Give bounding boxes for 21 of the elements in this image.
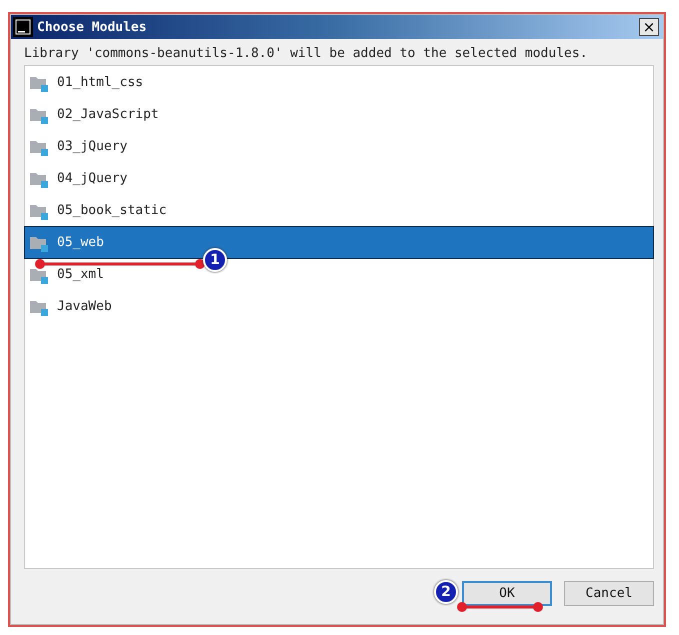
module-name: JavaWeb xyxy=(57,299,112,314)
module-name: 05_web xyxy=(57,235,104,250)
module-item[interactable]: 02_JavaScript xyxy=(25,99,653,130)
app-logo-icon xyxy=(13,17,33,37)
module-item[interactable]: JavaWeb xyxy=(25,291,653,322)
module-name: 02_JavaScript xyxy=(57,107,159,122)
cancel-button[interactable]: Cancel xyxy=(564,581,654,606)
module-name: 01_html_css xyxy=(57,75,144,90)
info-message: Library 'commons-beanutils-1.8.0' will be added to the selected modules. xyxy=(23,45,589,63)
module-name: 05_book_static xyxy=(57,203,167,218)
module-item[interactable]: 05_book_static xyxy=(25,195,653,226)
module-name: 03_jQuery xyxy=(57,139,128,154)
module-item[interactable]: 03_jQuery xyxy=(25,131,653,162)
module-name: 05_xml xyxy=(57,267,104,282)
step-number-badge: 2 xyxy=(434,580,458,604)
module-item[interactable]: 01_html_css xyxy=(25,67,653,98)
ok-button[interactable]: OK xyxy=(462,581,552,606)
close-button[interactable]: × xyxy=(639,18,659,36)
window-title: Choose Modules xyxy=(37,20,148,34)
module-name: 04_jQuery xyxy=(57,171,128,186)
module-item[interactable]: 04_jQuery xyxy=(25,163,653,194)
